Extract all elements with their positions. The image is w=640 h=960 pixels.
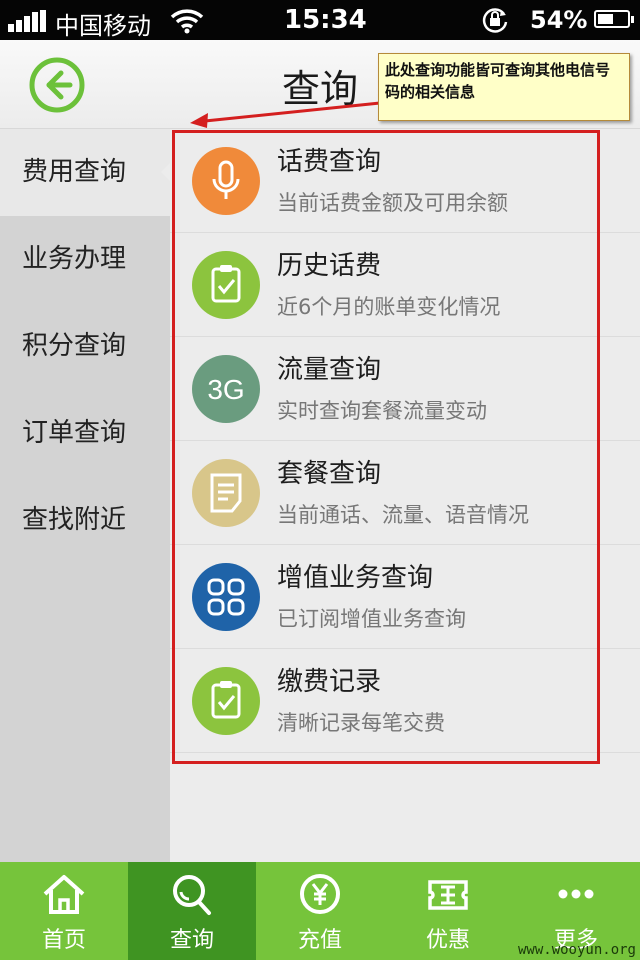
sidebar-item-label: 费用查询 bbox=[22, 157, 127, 187]
sidebar-item-orders[interactable]: 订单查询 bbox=[0, 390, 170, 477]
tab-offers[interactable]: 优惠 bbox=[384, 862, 512, 960]
document-icon bbox=[192, 459, 260, 527]
tab-home[interactable]: 首页 bbox=[0, 862, 128, 960]
list-item-title: 历史话费 bbox=[277, 251, 382, 281]
battery-icon bbox=[594, 10, 634, 28]
sidebar-item-label: 订单查询 bbox=[22, 418, 127, 448]
sidebar-item-nearby[interactable]: 查找附近 bbox=[0, 477, 170, 564]
list-item-title: 套餐查询 bbox=[277, 459, 382, 489]
status-bar: 中国移动 15:34 54% bbox=[0, 0, 640, 40]
list-item[interactable]: 增值业务查询 已订阅增值业务查询 bbox=[170, 545, 640, 649]
tab-bar: 首页 查询 充值 优惠 更多 www.wooyun.org bbox=[0, 862, 640, 960]
wifi-icon bbox=[170, 8, 204, 38]
sidebar-item-points[interactable]: 积分查询 bbox=[0, 303, 170, 390]
list-item-desc: 近6个月的账单变化情况 bbox=[277, 295, 501, 319]
search-icon bbox=[173, 875, 211, 915]
tab-label: 充值 bbox=[297, 928, 342, 953]
list-item[interactable]: 话费查询 当前话费金额及可用余额 bbox=[170, 129, 640, 233]
more-dots-icon bbox=[558, 889, 594, 899]
home-icon bbox=[43, 875, 85, 914]
sidebar-item-label: 业务办理 bbox=[22, 244, 127, 274]
tab-label: 优惠 bbox=[425, 928, 470, 953]
tab-query[interactable]: 查询 bbox=[128, 862, 256, 960]
tab-label: 查询 bbox=[169, 928, 214, 953]
list-item[interactable]: 3G 流量查询 实时查询套餐流量变动 bbox=[170, 337, 640, 441]
list-item-desc: 清晰记录每笔交费 bbox=[277, 711, 445, 735]
list-item-title: 增值业务查询 bbox=[277, 563, 434, 593]
tab-label: 首页 bbox=[41, 928, 86, 953]
sidebar: 费用查询 业务办理 积分查询 订单查询 查找附近 bbox=[0, 129, 170, 862]
3g-icon: 3G bbox=[192, 355, 260, 423]
list-item-desc: 已订阅增值业务查询 bbox=[277, 607, 466, 631]
signal-strength-icon bbox=[8, 10, 48, 32]
list-item[interactable]: 缴费记录 清晰记录每笔交费 bbox=[170, 649, 640, 753]
query-list: 话费查询 当前话费金额及可用余额 历史话费 近6个月的账单变化情况 3G 流量查… bbox=[170, 129, 640, 862]
coupon-icon bbox=[428, 880, 468, 910]
clock: 15:34 bbox=[284, 5, 367, 35]
list-item-title: 流量查询 bbox=[277, 355, 382, 385]
list-item[interactable]: 套餐查询 当前通话、流量、语音情况 bbox=[170, 441, 640, 545]
grid-apps-icon bbox=[192, 563, 260, 631]
clipboard-check-icon bbox=[192, 251, 260, 319]
sidebar-item-label: 查找附近 bbox=[22, 505, 127, 535]
tab-recharge[interactable]: 充值 bbox=[256, 862, 384, 960]
list-item-desc: 实时查询套餐流量变动 bbox=[277, 399, 487, 423]
clipboard-check-icon bbox=[192, 667, 260, 735]
list-item-title: 缴费记录 bbox=[277, 667, 382, 697]
sidebar-item-fee-query[interactable]: 费用查询 bbox=[0, 129, 170, 216]
list-item-title: 话费查询 bbox=[277, 147, 382, 177]
3g-icon-text: 3G bbox=[207, 374, 244, 405]
sidebar-item-label: 积分查询 bbox=[22, 331, 127, 361]
list-item[interactable]: 历史话费 近6个月的账单变化情况 bbox=[170, 233, 640, 337]
yuan-coin-icon bbox=[300, 874, 340, 914]
microphone-icon bbox=[192, 147, 260, 215]
list-item-desc: 当前通话、流量、语音情况 bbox=[277, 503, 529, 527]
rotation-lock-icon bbox=[480, 6, 510, 38]
list-item-desc: 当前话费金额及可用余额 bbox=[277, 191, 508, 215]
battery-percent: 54% bbox=[530, 6, 588, 34]
sidebar-item-business[interactable]: 业务办理 bbox=[0, 216, 170, 303]
carrier-label: 中国移动 bbox=[55, 12, 151, 40]
annotation-note: 此处查询功能皆可查询其他电信号码的相关信息 bbox=[378, 53, 630, 121]
watermark: www.wooyun.org bbox=[517, 942, 636, 958]
